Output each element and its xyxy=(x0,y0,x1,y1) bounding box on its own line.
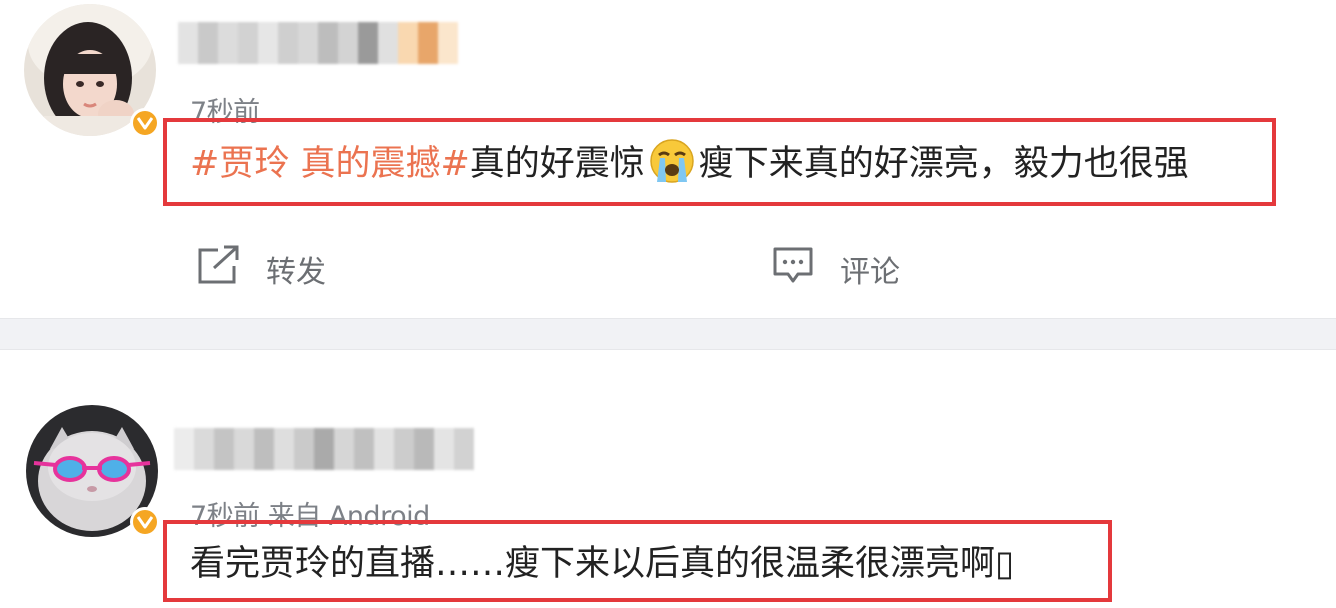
hashtag-link[interactable]: #贾玲 真的震撼# xyxy=(190,144,470,184)
content-text-part1: 真的好震惊 xyxy=(469,144,645,184)
comment-icon xyxy=(772,244,814,294)
post-card: 7秒前 #贾玲 真的震撼#真的好震惊 瘦下来真的好漂亮，毅力也很强 转发 评论 xyxy=(0,0,1336,318)
post-content: 看完贾玲的直播……瘦下来以后真的很温柔很漂亮啊▯ xyxy=(190,544,1015,584)
repost-icon xyxy=(196,244,240,294)
verified-badge-icon xyxy=(130,108,160,138)
repost-button[interactable]: 转发 xyxy=(196,244,326,294)
post-content: #贾玲 真的震撼#真的好震惊 瘦下来真的好漂亮，毅力也很强 xyxy=(190,138,1189,189)
crying-face-emoji-icon xyxy=(649,138,695,184)
repost-label: 转发 xyxy=(266,255,326,290)
username-blurred[interactable] xyxy=(174,428,474,470)
verified-badge-icon xyxy=(130,507,160,537)
content-text-part2: 瘦下来真的好漂亮，毅力也很强 xyxy=(698,144,1189,184)
username-blurred[interactable] xyxy=(178,22,458,64)
feed-separator xyxy=(0,318,1336,350)
comment-label: 评论 xyxy=(840,255,900,290)
post-card: 7秒前 来自 Android 看完贾玲的直播……瘦下来以后真的很温柔很漂亮啊▯ xyxy=(0,350,1336,608)
comment-button[interactable]: 评论 xyxy=(772,244,900,294)
